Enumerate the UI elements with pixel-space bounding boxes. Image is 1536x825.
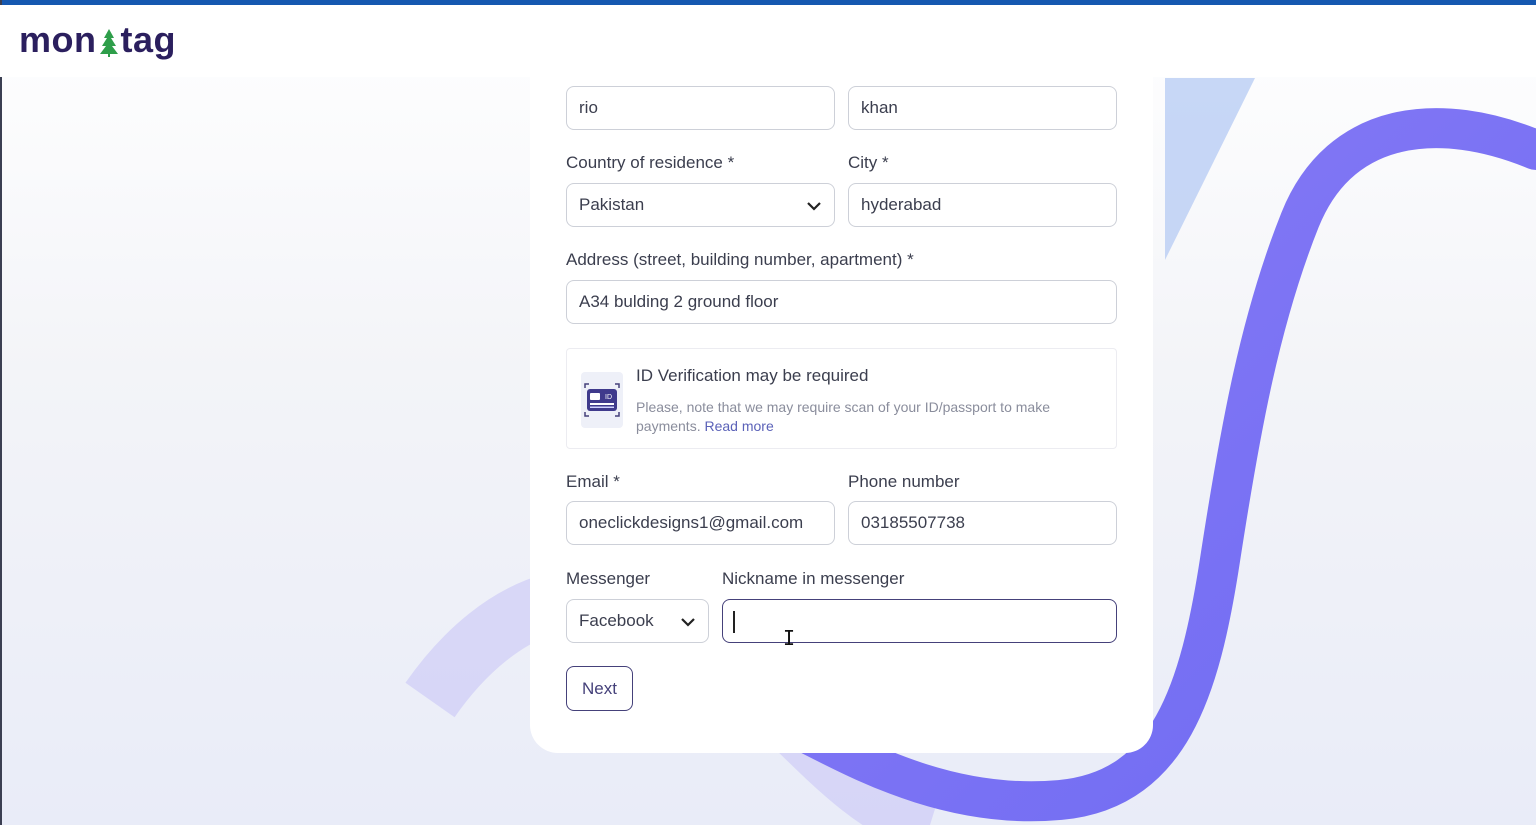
first-name-field[interactable]: rio (566, 86, 835, 130)
window-left-edge (0, 0, 2, 825)
montag-logo[interactable]: mon tag (19, 19, 176, 61)
registration-form-card: rio khan Country of residence * City * P… (530, 77, 1153, 753)
address-value: A34 bulding 2 ground floor (579, 292, 779, 311)
id-verification-notice: ID ID Verification may be required Pleas… (566, 348, 1117, 449)
address-field[interactable]: A34 bulding 2 ground floor (566, 280, 1117, 324)
header: mon tag (0, 5, 1536, 77)
address-label: Address (street, building number, apartm… (566, 250, 914, 269)
last-name-field[interactable]: khan (848, 86, 1117, 130)
country-label: Country of residence * (566, 153, 735, 172)
country-value: Pakistan (579, 195, 645, 214)
id-card-icon: ID (581, 372, 623, 428)
chevron-down-icon (807, 202, 821, 211)
country-select[interactable]: Pakistan (566, 183, 835, 227)
id-notice-text: Please, note that we may require scan of… (636, 398, 1076, 436)
text-caret (733, 611, 735, 633)
logo-text-right: tag (120, 19, 176, 60)
id-notice-title: ID Verification may be required (636, 366, 869, 385)
nickname-label: Nickname in messenger (722, 569, 905, 588)
phone-label: Phone number (848, 472, 960, 491)
id-notice-body: Please, note that we may require scan of… (636, 399, 1050, 434)
messenger-select[interactable]: Facebook (566, 599, 709, 643)
nickname-field[interactable] (722, 599, 1117, 643)
email-field[interactable]: oneclickdesigns1@gmail.com (566, 501, 835, 545)
city-value: hyderabad (861, 195, 942, 214)
last-name-value: khan (861, 98, 898, 117)
read-more-link[interactable]: Read more (704, 418, 773, 434)
messenger-value: Facebook (579, 611, 654, 630)
email-label: Email * (566, 472, 620, 491)
phone-value: 03185507738 (861, 513, 966, 532)
phone-field[interactable]: 03185507738 (848, 501, 1117, 545)
logo-text-left: mon (19, 19, 97, 60)
text-cursor-icon: I (783, 626, 796, 650)
chevron-down-icon (681, 618, 695, 627)
city-field[interactable]: hyderabad (848, 183, 1117, 227)
city-label: City * (848, 153, 889, 172)
tree-icon (99, 29, 118, 57)
email-value: oneclickdesigns1@gmail.com (579, 513, 804, 532)
svg-text:ID: ID (605, 394, 612, 401)
first-name-value: rio (579, 98, 598, 117)
next-button[interactable]: Next (566, 666, 633, 711)
messenger-label: Messenger (566, 569, 651, 588)
